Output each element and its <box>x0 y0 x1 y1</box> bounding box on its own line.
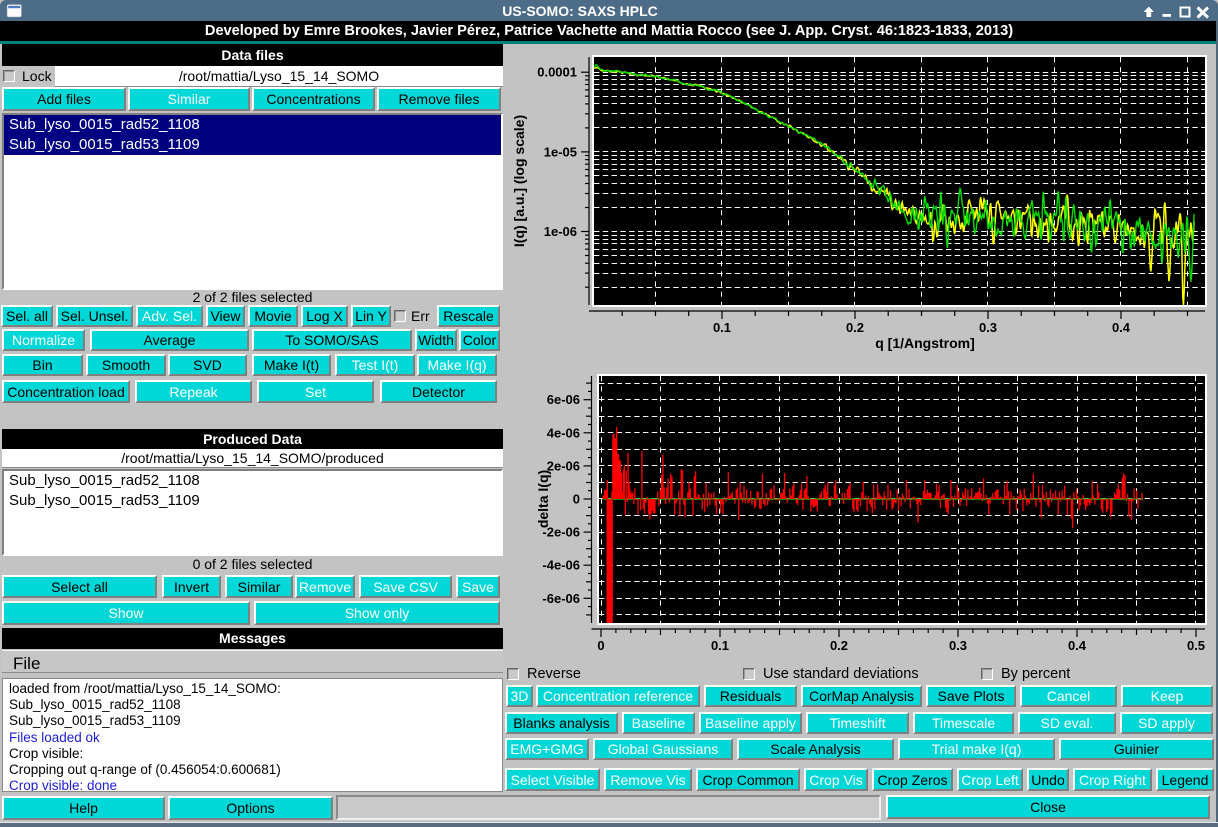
svg-text:1e-05: 1e-05 <box>544 144 577 159</box>
svg-text:0.4: 0.4 <box>1068 638 1087 650</box>
svg-text:0.2: 0.2 <box>830 638 848 650</box>
svg-text:q [1/Angstrom]: q [1/Angstrom] <box>875 335 975 351</box>
svg-text:0.2: 0.2 <box>846 320 864 335</box>
svg-text:-6e-06: -6e-06 <box>542 591 580 606</box>
svg-text:2e-06: 2e-06 <box>547 458 580 473</box>
svg-text:1e-06: 1e-06 <box>544 224 577 239</box>
svg-text:6e-06: 6e-06 <box>547 392 580 407</box>
svg-text:0.1: 0.1 <box>711 638 729 650</box>
svg-text:I(q) [a.u.] (log scale): I(q) [a.u.] (log scale) <box>511 115 527 247</box>
svg-text:0.1: 0.1 <box>713 320 731 335</box>
svg-text:delta I(q): delta I(q) <box>535 470 551 528</box>
svg-text:0.5: 0.5 <box>1187 638 1205 650</box>
svg-text:0.3: 0.3 <box>949 638 967 650</box>
svg-text:0.4: 0.4 <box>1112 320 1131 335</box>
svg-text:-4e-06: -4e-06 <box>542 558 580 573</box>
svg-text:0.3: 0.3 <box>979 320 997 335</box>
svg-text:0: 0 <box>573 492 580 507</box>
svg-text:0: 0 <box>597 638 604 650</box>
svg-text:0.0001: 0.0001 <box>537 65 577 80</box>
svg-text:4e-06: 4e-06 <box>547 425 580 440</box>
